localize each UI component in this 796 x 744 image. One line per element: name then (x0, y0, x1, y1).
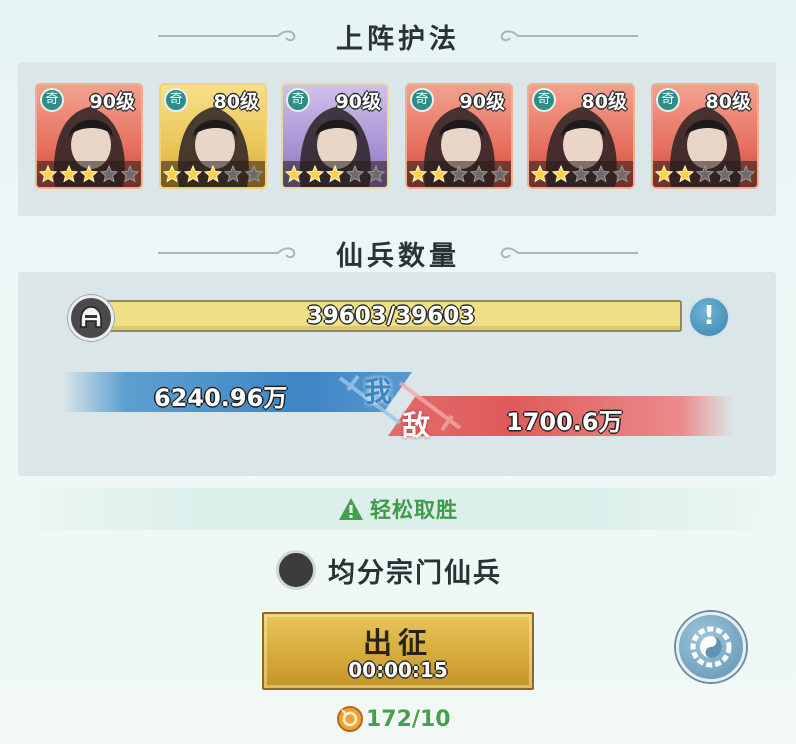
hero-level: 90级 (459, 91, 505, 113)
hero-type-badge: 奇 (656, 88, 680, 112)
warning-triangle-icon (339, 498, 363, 520)
battle-outcome: 轻松取胜 (0, 488, 796, 530)
troops-header: 仙兵数量 (0, 233, 796, 273)
star-empty-icon (695, 165, 714, 183)
star-filled-icon (285, 165, 304, 183)
star-empty-icon (346, 165, 365, 183)
hero-level: 80级 (213, 91, 259, 113)
cloud-ornament-right (500, 247, 638, 259)
star-empty-icon (449, 165, 468, 183)
star-filled-icon (203, 165, 222, 183)
hero-card[interactable]: 奇 90级 (35, 83, 143, 189)
yin-yang-gear-icon (690, 626, 732, 668)
split-troops-radio[interactable] (276, 550, 316, 590)
hero-level: 80级 (705, 91, 751, 113)
hero-card[interactable]: 奇 90级 (405, 83, 513, 189)
cloud-ornament-left (158, 30, 296, 42)
star-filled-icon (531, 165, 550, 183)
star-filled-icon (305, 165, 324, 183)
cloud-ornament-right (500, 30, 638, 42)
star-filled-icon (39, 165, 58, 183)
star-empty-icon (592, 165, 611, 183)
march-timer: 00:00:15 (348, 658, 448, 682)
crossed-swords-icon (338, 374, 462, 432)
star-empty-icon (120, 165, 139, 183)
outcome-text: 轻松取胜 (370, 497, 458, 522)
troop-count-bar: 39603/39603 (100, 300, 682, 332)
hero-level: 90级 (335, 91, 381, 113)
hero-card[interactable]: 奇 90级 (281, 83, 389, 189)
helmet-icon (68, 295, 114, 341)
hero-level: 80级 (581, 91, 627, 113)
star-empty-icon (716, 165, 735, 183)
hero-card[interactable]: 奇 80级 (651, 83, 759, 189)
our-strength-value: 6240.96万 (154, 384, 288, 412)
star-empty-icon (244, 165, 263, 183)
split-troops-option[interactable]: 均分宗门仙兵 (276, 548, 502, 592)
expedition-panel: 上阵护法 奇 90级 奇 80级 奇 90级 奇 90级 奇 80级 奇 80级 仙兵数量 39603… (0, 0, 796, 744)
star-empty-icon (366, 165, 385, 183)
auto-settings-button[interactable] (676, 612, 746, 682)
hero-type-badge: 奇 (532, 88, 556, 112)
star-filled-icon (551, 165, 570, 183)
hero-type-badge: 奇 (410, 88, 434, 112)
march-button[interactable]: 出征 00:00:15 (262, 612, 534, 690)
our-side-label: 我 (364, 375, 393, 408)
star-filled-icon (79, 165, 98, 183)
star-empty-icon (612, 165, 631, 183)
star-filled-icon (325, 165, 344, 183)
cost-value: 172/10 (366, 706, 451, 732)
hero-star-rating (37, 161, 141, 187)
hero-card[interactable]: 奇 80级 (527, 83, 635, 189)
star-empty-icon (490, 165, 509, 183)
hero-star-rating (529, 161, 633, 187)
star-filled-icon (163, 165, 182, 183)
guardians-header: 上阵护法 (0, 16, 796, 56)
star-empty-icon (100, 165, 119, 183)
hero-star-rating (653, 161, 757, 187)
star-filled-icon (409, 165, 428, 183)
expedition-cost: 172/10 (336, 702, 451, 736)
split-troops-label: 均分宗门仙兵 (328, 557, 502, 589)
star-filled-icon (59, 165, 78, 183)
star-empty-icon (224, 165, 243, 183)
hero-type-badge: 奇 (286, 88, 310, 112)
enemy-side-label: 敌 (402, 409, 431, 442)
troop-count-value: 39603/39603 (306, 303, 476, 329)
star-filled-icon (183, 165, 202, 183)
hero-type-badge: 奇 (164, 88, 188, 112)
star-empty-icon (470, 165, 489, 183)
troops-title: 仙兵数量 (336, 240, 460, 272)
hero-star-rating (283, 161, 387, 187)
march-label: 出征 (362, 626, 433, 660)
enemy-strength-value: 1700.6万 (506, 408, 623, 436)
exclamation-icon: ! (703, 301, 715, 331)
star-filled-icon (675, 165, 694, 183)
star-filled-icon (655, 165, 674, 183)
star-filled-icon (429, 165, 448, 183)
hero-level: 90级 (89, 91, 135, 113)
cloud-ornament-left (158, 247, 296, 259)
guardians-title: 上阵护法 (336, 23, 460, 55)
coin-icon (337, 706, 363, 732)
info-button[interactable]: ! (688, 296, 730, 338)
hero-star-rating (161, 161, 265, 187)
hero-star-rating (407, 161, 511, 187)
hero-type-badge: 奇 (40, 88, 64, 112)
hero-card[interactable]: 奇 80级 (159, 83, 267, 189)
star-empty-icon (736, 165, 755, 183)
star-empty-icon (571, 165, 590, 183)
